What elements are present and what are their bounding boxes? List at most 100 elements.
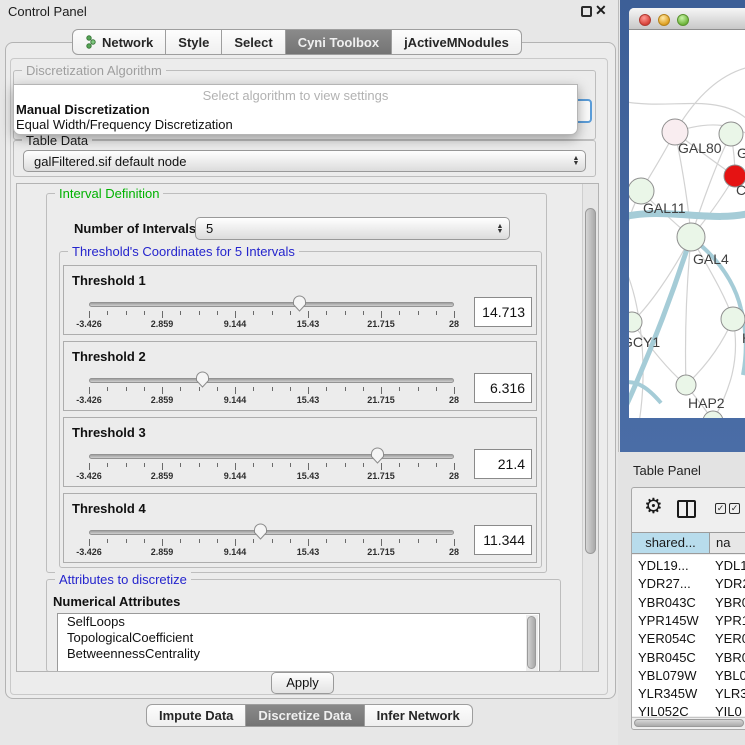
numerical-attributes-list[interactable]: SelfLoopsTopologicalCoefficientBetweenne… — [57, 613, 540, 672]
table-hscrollbar[interactable] — [632, 717, 745, 728]
threshold-value-field[interactable]: 6.316 — [474, 373, 532, 403]
slider-tick — [107, 311, 108, 315]
table-rows: YDL19...YDL1YDR27...YDR2YBR043CYBR0YPR14… — [632, 555, 745, 716]
slider-tick — [199, 539, 200, 543]
slider-tick — [253, 387, 254, 391]
table-row[interactable]: YPR145WYPR1 — [632, 613, 745, 631]
network-node-ga[interactable] — [719, 122, 743, 146]
algorithm-option-equal-width[interactable]: Equal Width/Frequency Discretization — [16, 117, 233, 132]
cell-shared-name[interactable]: YBL079W — [632, 668, 710, 686]
threshold-slider-thumb[interactable] — [253, 523, 268, 540]
tab-network[interactable]: Network — [72, 29, 166, 55]
cell-name[interactable]: YBR0 — [710, 650, 745, 668]
bottom-tab-infer-network[interactable]: Infer Network — [365, 704, 473, 727]
tab-jactivemnodules[interactable]: jActiveMNodules — [392, 29, 522, 55]
threshold-slider-track[interactable] — [89, 454, 454, 459]
columns-icon[interactable] — [677, 500, 696, 518]
table-row[interactable]: YBR045CYBR0 — [632, 650, 745, 668]
cell-shared-name[interactable]: YLR345W — [632, 686, 710, 704]
cell-name[interactable]: YBR0 — [710, 595, 745, 613]
cell-name[interactable]: YPR1 — [710, 613, 745, 631]
table-data-combo-value: galFiltered.sif default node — [24, 154, 569, 169]
table-row[interactable]: YDL19...YDL1 — [632, 558, 745, 576]
threshold-slider-thumb[interactable] — [292, 295, 307, 312]
table-row[interactable]: YDR27...YDR2 — [632, 576, 745, 594]
settings-scrollbar[interactable] — [582, 184, 598, 672]
slider-tick — [199, 311, 200, 315]
gear-icon[interactable]: ⚙ — [644, 494, 663, 519]
slider-tick — [180, 387, 181, 391]
cell-name[interactable]: YLR3 — [710, 686, 745, 704]
close-icon[interactable]: ✕ — [595, 2, 607, 19]
tab-label: jActiveMNodules — [404, 35, 509, 50]
network-node-label: GCY1 — [629, 334, 660, 350]
table-hscrollbar-thumb[interactable] — [634, 719, 744, 727]
algorithm-option-manual[interactable]: Manual Discretization — [16, 102, 150, 117]
column-header-name[interactable]: na — [710, 533, 745, 553]
thresholds-group: Threshold's Coordinates for 5 Intervals … — [59, 251, 542, 568]
list-scrollbar-thumb[interactable] — [527, 616, 536, 669]
network-node-unnamed[interactable] — [703, 411, 723, 418]
threshold-item-4: Threshold 4-3.4262.8599.14415.4321.71528… — [63, 493, 537, 563]
threshold-slider-thumb[interactable] — [370, 447, 385, 464]
checkbox-icon[interactable]: ✓ — [729, 503, 740, 514]
attribute-list-item[interactable]: BetweennessCentrality — [58, 646, 539, 662]
apply-button[interactable]: Apply — [271, 672, 334, 694]
cell-shared-name[interactable]: YDL19... — [632, 558, 710, 576]
close-traffic-light-icon[interactable] — [639, 14, 651, 26]
table-row[interactable]: YLR345WYLR3 — [632, 686, 745, 704]
attribute-list-item[interactable]: SelfLoops — [58, 614, 539, 630]
list-scrollbar[interactable] — [526, 615, 538, 671]
threshold-value-field[interactable]: 21.4 — [474, 449, 532, 479]
table-row[interactable]: YBL079WYBL0 — [632, 668, 745, 686]
minimize-traffic-light-icon[interactable] — [658, 14, 670, 26]
slider-tick — [363, 539, 364, 543]
attribute-list-item[interactable]: TopologicalCoefficient — [58, 630, 539, 646]
cell-shared-name[interactable]: YIL052C — [632, 704, 710, 716]
threshold-slider-track[interactable] — [89, 302, 454, 307]
cell-shared-name[interactable]: YPR145W — [632, 613, 710, 631]
network-edge[interactable] — [629, 101, 745, 121]
bottom-tab-discretize-data[interactable]: Discretize Data — [246, 704, 364, 727]
threshold-slider-thumb[interactable] — [195, 371, 210, 388]
network-tab-icon — [85, 35, 97, 49]
network-edge[interactable] — [686, 237, 691, 385]
cell-name[interactable]: YIL0 — [710, 704, 745, 716]
tab-cyni-toolbox[interactable]: Cyni Toolbox — [286, 29, 392, 55]
float-window-icon[interactable] — [581, 6, 592, 17]
cell-name[interactable]: YER0 — [710, 631, 745, 649]
threshold-value-field[interactable]: 11.344 — [474, 525, 532, 555]
bottom-tab-impute-data[interactable]: Impute Data — [146, 704, 246, 727]
column-header-shared-name[interactable]: shared... — [632, 533, 710, 553]
network-node-h[interactable] — [721, 307, 745, 331]
table-data-combo[interactable]: galFiltered.sif default node ▲▼ — [23, 150, 586, 172]
control-panel: Control Panel ✕ NetworkStyleSelectCyni T… — [0, 0, 619, 745]
cell-shared-name[interactable]: YDR27... — [632, 576, 710, 594]
bottom-tab-label: Infer Network — [377, 708, 460, 723]
algorithm-popup-placeholder[interactable]: Select algorithm to view settings — [14, 88, 577, 103]
cell-shared-name[interactable]: YBR045C — [632, 650, 710, 668]
threshold-slider-track[interactable] — [89, 378, 454, 383]
cell-name[interactable]: YDL1 — [710, 558, 745, 576]
cell-name[interactable]: YBL0 — [710, 668, 745, 686]
settings-scrollbar-thumb[interactable] — [585, 208, 596, 554]
cell-name[interactable]: YDR2 — [710, 576, 745, 594]
threshold-slider-track[interactable] — [89, 530, 454, 535]
threshold-value-field[interactable]: 14.713 — [474, 297, 532, 327]
table-row[interactable]: YBR043CYBR0 — [632, 595, 745, 613]
network-edge[interactable] — [632, 237, 691, 322]
zoom-traffic-light-icon[interactable] — [677, 14, 689, 26]
tab-style[interactable]: Style — [166, 29, 222, 55]
checkbox-icon[interactable]: ✓ — [715, 503, 726, 514]
cell-shared-name[interactable]: YBR043C — [632, 595, 710, 613]
number-of-intervals-combo[interactable]: 5 ▲▼ — [195, 217, 510, 240]
algorithm-dropdown-popup: Select algorithm to view settings Manual… — [13, 84, 578, 135]
cell-shared-name[interactable]: YER054C — [632, 631, 710, 649]
network-node-hap2[interactable] — [676, 375, 696, 395]
table-row[interactable]: YER054CYER0 — [632, 631, 745, 649]
network-canvas[interactable]: GAL80GACGAL11GAL4GCY1HHAP2 — [629, 31, 745, 418]
tab-select[interactable]: Select — [222, 29, 285, 55]
network-node-gal4[interactable] — [677, 223, 705, 251]
slider-tick — [308, 539, 309, 546]
table-row[interactable]: YIL052CYIL0 — [632, 704, 745, 716]
